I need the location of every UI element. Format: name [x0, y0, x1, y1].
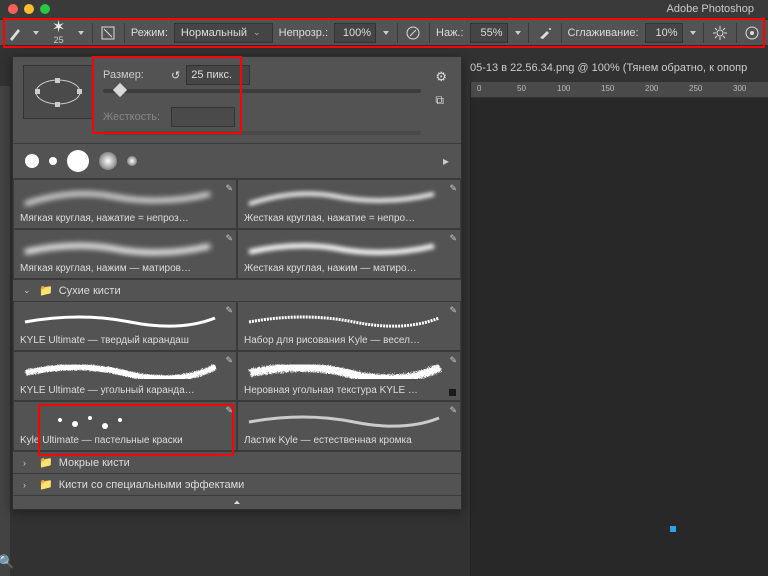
brush-icon: ✎ [449, 183, 457, 194]
brush-preset-panel: Размер: ↺ Жесткость: ⚙ ⧉ [12, 56, 462, 510]
zoom-tool-icon[interactable]: 🔍 [0, 554, 14, 570]
brush-icon: ✎ [449, 233, 457, 244]
scroll-right-icon[interactable]: ▸ [443, 154, 449, 168]
panel-resize-handle[interactable]: ▲ [13, 495, 461, 509]
brush-preset[interactable]: ✎ Неровная угольная текстура KYLE … [237, 351, 461, 401]
folder-icon: 📁 [39, 284, 53, 297]
size-slider[interactable] [103, 89, 421, 93]
pressure-opacity-icon[interactable] [404, 22, 423, 44]
chevron-down-icon: ⌄ [253, 27, 261, 38]
brush-preset[interactable]: ✎ Kyle Ultimate — пастельные краски [13, 401, 237, 451]
chevron-down-icon[interactable] [77, 22, 86, 44]
new-brush-icon[interactable]: ⧉ [435, 93, 447, 108]
airbrush-icon[interactable] [535, 22, 554, 44]
brush-preset[interactable]: ✎ Набор для рисования Kyle — весел… [237, 301, 461, 351]
brush-icon: ✎ [449, 305, 457, 316]
maximize-window[interactable] [40, 4, 50, 14]
hardness-input [171, 107, 235, 127]
chevron-right-icon: › [23, 480, 33, 490]
ruler-horizontal[interactable]: 0 50 100 150 200 250 300 [471, 82, 768, 98]
brush-preset[interactable]: ✎ KYLE Ultimate — твердый карандаш [13, 301, 237, 351]
close-window[interactable] [8, 4, 18, 14]
tool-brush-icon[interactable] [6, 22, 25, 44]
chevron-down-icon[interactable] [382, 22, 391, 44]
folder-fx-brushes[interactable]: › 📁 Кисти со специальными эффектами [13, 473, 461, 495]
flow-label: Наж.: [436, 27, 464, 39]
brush-icon: ✎ [225, 355, 233, 366]
hardness-label: Жесткость: [103, 111, 165, 123]
opacity-label: Непрозр.: [279, 27, 328, 39]
chevron-down-icon: ⌄ [23, 285, 33, 296]
reset-size-icon[interactable]: ↺ [171, 69, 180, 82]
brush-icon: ✎ [449, 405, 457, 416]
brush-icon: ✎ [225, 183, 233, 194]
smoothing-label: Сглаживание: [568, 27, 639, 39]
folder-icon: 📁 [39, 478, 53, 491]
brush-preset[interactable]: ✎ Ластик Kyle — естественная кромка [237, 401, 461, 451]
opacity-input[interactable] [334, 23, 376, 43]
folder-dry-brushes[interactable]: ⌄ 📁 Сухие кисти [13, 279, 461, 301]
titlebar: Adobe Photoshop [0, 0, 768, 18]
brush-preset[interactable]: ✎ Жесткая круглая, нажим — матиро… [237, 229, 461, 279]
chevron-right-icon: › [23, 458, 33, 468]
brush-icon: ✎ [225, 233, 233, 244]
tool-strip[interactable]: 🔍 [0, 86, 10, 576]
brush-preset-picker[interactable]: ✶ 25 [46, 22, 71, 44]
brush-icon: ✎ [225, 305, 233, 316]
hardness-slider [103, 131, 421, 135]
brush-preset[interactable]: ✎ Жесткая круглая, нажатие = непро… [237, 179, 461, 229]
brush-icon: ✎ [225, 405, 233, 416]
brush-panel-toggle-icon[interactable] [99, 22, 118, 44]
brush-tip-row[interactable]: ▸ [13, 143, 461, 179]
gear-icon[interactable] [710, 22, 729, 44]
pressure-size-icon[interactable] [743, 22, 762, 44]
chevron-down-icon[interactable] [514, 22, 523, 44]
size-label: Размер: [103, 69, 165, 81]
brush-tip-preview[interactable] [23, 65, 93, 119]
folder-icon: 📁 [39, 456, 53, 469]
document-tab[interactable]: 05-13 в 22.56.34.png @ 100% (Тянем обрат… [470, 62, 768, 78]
flow-input[interactable] [470, 23, 508, 43]
chevron-down-icon[interactable] [31, 22, 40, 44]
folder-wet-brushes[interactable]: › 📁 Мокрые кисти [13, 451, 461, 473]
options-bar: ✶ 25 Режим: Нормальный ⌄ Непрозр.: Наж.:… [0, 20, 768, 46]
smoothing-input[interactable] [645, 23, 683, 43]
brush-preset[interactable]: ✎ Мягкая круглая, нажатие = непроз… [13, 179, 237, 229]
chevron-down-icon[interactable] [689, 22, 698, 44]
brush-size-input[interactable] [186, 65, 250, 85]
blend-mode-select[interactable]: Нормальный ⌄ [174, 23, 273, 43]
app-title: Adobe Photoshop [667, 3, 760, 15]
canvas-area[interactable]: 0 50 100 150 200 250 300 [470, 82, 768, 576]
mode-label: Режим: [131, 27, 168, 39]
brush-preset[interactable]: ✎ KYLE Ultimate — угольный каранда… [13, 351, 237, 401]
gear-icon[interactable]: ⚙ [435, 69, 447, 85]
brush-preset[interactable]: ✎ Мягкая круглая, нажим — матиров… [13, 229, 237, 279]
minimize-window[interactable] [24, 4, 34, 14]
selection-marker [670, 526, 676, 532]
brush-icon: ✎ [449, 355, 457, 366]
